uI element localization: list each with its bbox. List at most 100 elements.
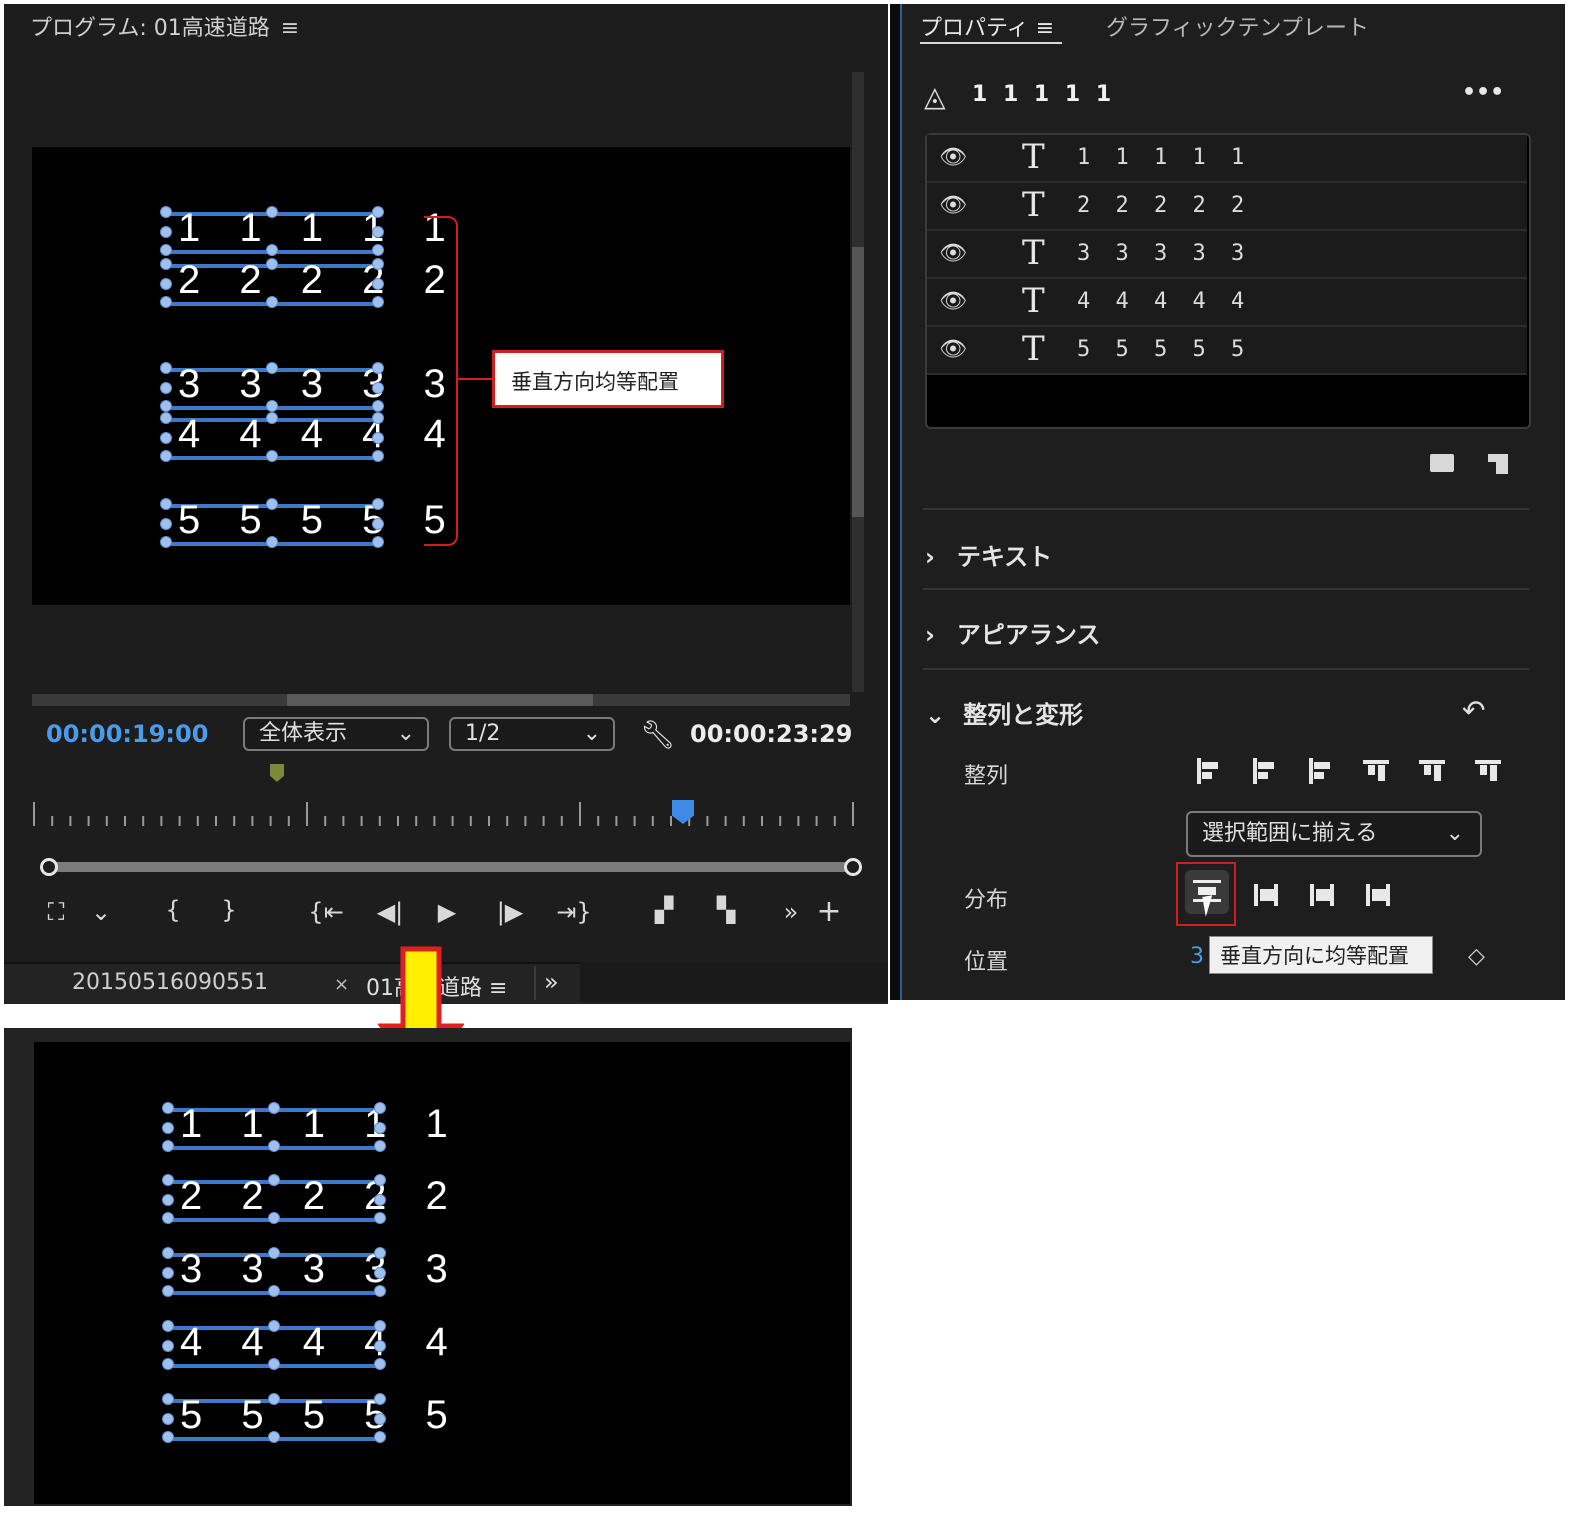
transform-handle[interactable] (372, 226, 384, 238)
transform-handle[interactable] (162, 1212, 174, 1224)
layer-row[interactable]: 👁︎ T 5 5 5 5 5 (927, 327, 1527, 375)
eye-icon[interactable]: 👁︎ (939, 193, 967, 218)
new-folder-icon[interactable] (1430, 454, 1454, 472)
transform-handle[interactable] (374, 1267, 386, 1279)
keyframe-diamond-icon[interactable]: ◇ (1468, 944, 1485, 969)
tab-graphic-template[interactable]: グラフィックテンプレート (1106, 10, 1369, 42)
more-options-icon[interactable]: ••• (1462, 80, 1504, 105)
text-layer[interactable]: 3 3 3 3 3 (178, 362, 460, 407)
text-layer[interactable]: 1 1 1 1 1 (178, 206, 460, 251)
transform-handle[interactable] (268, 1247, 280, 1259)
transform-handle[interactable] (266, 498, 278, 510)
text-layer[interactable]: 5 5 5 5 5 (178, 498, 460, 543)
transform-handle[interactable] (162, 1267, 174, 1279)
transform-handle[interactable] (372, 518, 384, 530)
transform-handle[interactable] (268, 1320, 280, 1332)
transform-handle[interactable] (160, 382, 172, 394)
transform-handle[interactable] (162, 1247, 174, 1259)
transform-handle[interactable] (268, 1212, 280, 1224)
transform-handle[interactable] (162, 1431, 174, 1443)
transform-handle[interactable] (372, 536, 384, 548)
transform-handle[interactable] (160, 244, 172, 256)
text-layer[interactable]: 3 3 3 3 3 (180, 1247, 462, 1292)
current-timecode[interactable]: 00:00:19:00 (46, 720, 208, 748)
align-left-icon[interactable] (1193, 756, 1223, 786)
transform-handle[interactable] (372, 432, 384, 444)
transform-handle[interactable] (268, 1102, 280, 1114)
transform-handle[interactable] (374, 1393, 386, 1405)
transform-handle[interactable] (372, 382, 384, 394)
transform-handle[interactable] (162, 1140, 174, 1152)
transform-handle[interactable] (374, 1102, 386, 1114)
text-layer[interactable]: 2 2 2 2 2 (180, 1174, 462, 1219)
scrollbar-thumb[interactable] (852, 247, 864, 517)
section-appearance[interactable]: › アピアランス (925, 615, 1100, 650)
transform-handle[interactable] (374, 1140, 386, 1152)
transform-handle[interactable] (372, 450, 384, 462)
transform-handle[interactable] (374, 1122, 386, 1134)
transform-handle[interactable] (160, 258, 172, 270)
eye-icon[interactable]: 👁︎ (939, 289, 967, 314)
zoom-handle-left[interactable] (40, 858, 58, 876)
transform-handle[interactable] (266, 206, 278, 218)
text-layer[interactable]: 5 5 5 5 5 (180, 1393, 462, 1438)
transform-handle[interactable] (162, 1102, 174, 1114)
transform-handle[interactable] (372, 400, 384, 412)
transform-handle[interactable] (160, 432, 172, 444)
transform-handle[interactable] (372, 412, 384, 424)
transform-handle[interactable] (162, 1320, 174, 1332)
transform-handle[interactable] (266, 412, 278, 424)
transform-handle[interactable] (160, 296, 172, 308)
h-scrollbar-thumb[interactable] (287, 694, 593, 706)
chevron-down-icon[interactable]: ⌄ (88, 898, 114, 926)
transform-handle[interactable] (160, 206, 172, 218)
transform-handle[interactable] (268, 1285, 280, 1297)
zoom-handle-right[interactable] (844, 858, 862, 876)
step-back-icon[interactable]: ◀| (372, 898, 408, 926)
transform-handle[interactable] (374, 1174, 386, 1186)
monitor-horizontal-scrollbar[interactable] (32, 694, 850, 706)
transform-handle[interactable] (160, 226, 172, 238)
transform-handle[interactable] (374, 1212, 386, 1224)
hamburger-icon[interactable]: ≡ (1036, 16, 1054, 41)
transform-handle[interactable] (160, 412, 172, 424)
transform-handle[interactable] (160, 498, 172, 510)
transform-handle[interactable] (372, 362, 384, 374)
transform-handle[interactable] (372, 206, 384, 218)
transform-handle[interactable] (160, 278, 172, 290)
distribute-left-icon[interactable] (1250, 880, 1280, 910)
time-ruler[interactable] (30, 796, 860, 832)
layer-row[interactable]: 👁︎ T 1 1 1 1 1 (927, 135, 1527, 183)
panel-divider[interactable] (890, 4, 900, 1000)
distribute-h-center-icon[interactable] (1306, 880, 1336, 910)
wrench-icon[interactable]: 🔧︎ (640, 718, 676, 751)
transform-handle[interactable] (372, 258, 384, 270)
transform-handle[interactable] (374, 1194, 386, 1206)
transform-handle[interactable] (266, 244, 278, 256)
transform-handle[interactable] (162, 1413, 174, 1425)
transform-handle[interactable] (266, 536, 278, 548)
reset-icon[interactable]: ↶ (1462, 694, 1485, 727)
resolution-select[interactable]: 1/2 ⌄ (449, 717, 615, 751)
transform-handle[interactable] (266, 362, 278, 374)
transform-handle[interactable] (372, 498, 384, 510)
extract-icon[interactable]: ▚ (706, 896, 746, 924)
step-forward-icon[interactable]: |▶ (492, 898, 528, 926)
transform-handle[interactable] (374, 1320, 386, 1332)
transform-handle[interactable] (374, 1358, 386, 1370)
distribute-spacing-icon[interactable] (1362, 880, 1392, 910)
transform-handle[interactable] (374, 1247, 386, 1259)
text-layer[interactable]: 4 4 4 4 4 (180, 1320, 462, 1365)
transform-handle[interactable] (372, 278, 384, 290)
hamburger-icon[interactable]: ≡ (281, 16, 299, 41)
align-right-icon[interactable] (1305, 756, 1335, 786)
align-bottom-icon[interactable] (1473, 756, 1503, 786)
transform-handle[interactable] (266, 450, 278, 462)
transform-handle[interactable] (268, 1431, 280, 1443)
eye-icon[interactable]: 👁︎ (939, 337, 967, 362)
eye-icon[interactable]: 👁︎ (939, 145, 967, 170)
go-to-in-icon[interactable]: {⇤ (306, 898, 346, 926)
align-top-icon[interactable] (1361, 756, 1391, 786)
transform-handle[interactable] (162, 1194, 174, 1206)
transform-handle[interactable] (374, 1431, 386, 1443)
